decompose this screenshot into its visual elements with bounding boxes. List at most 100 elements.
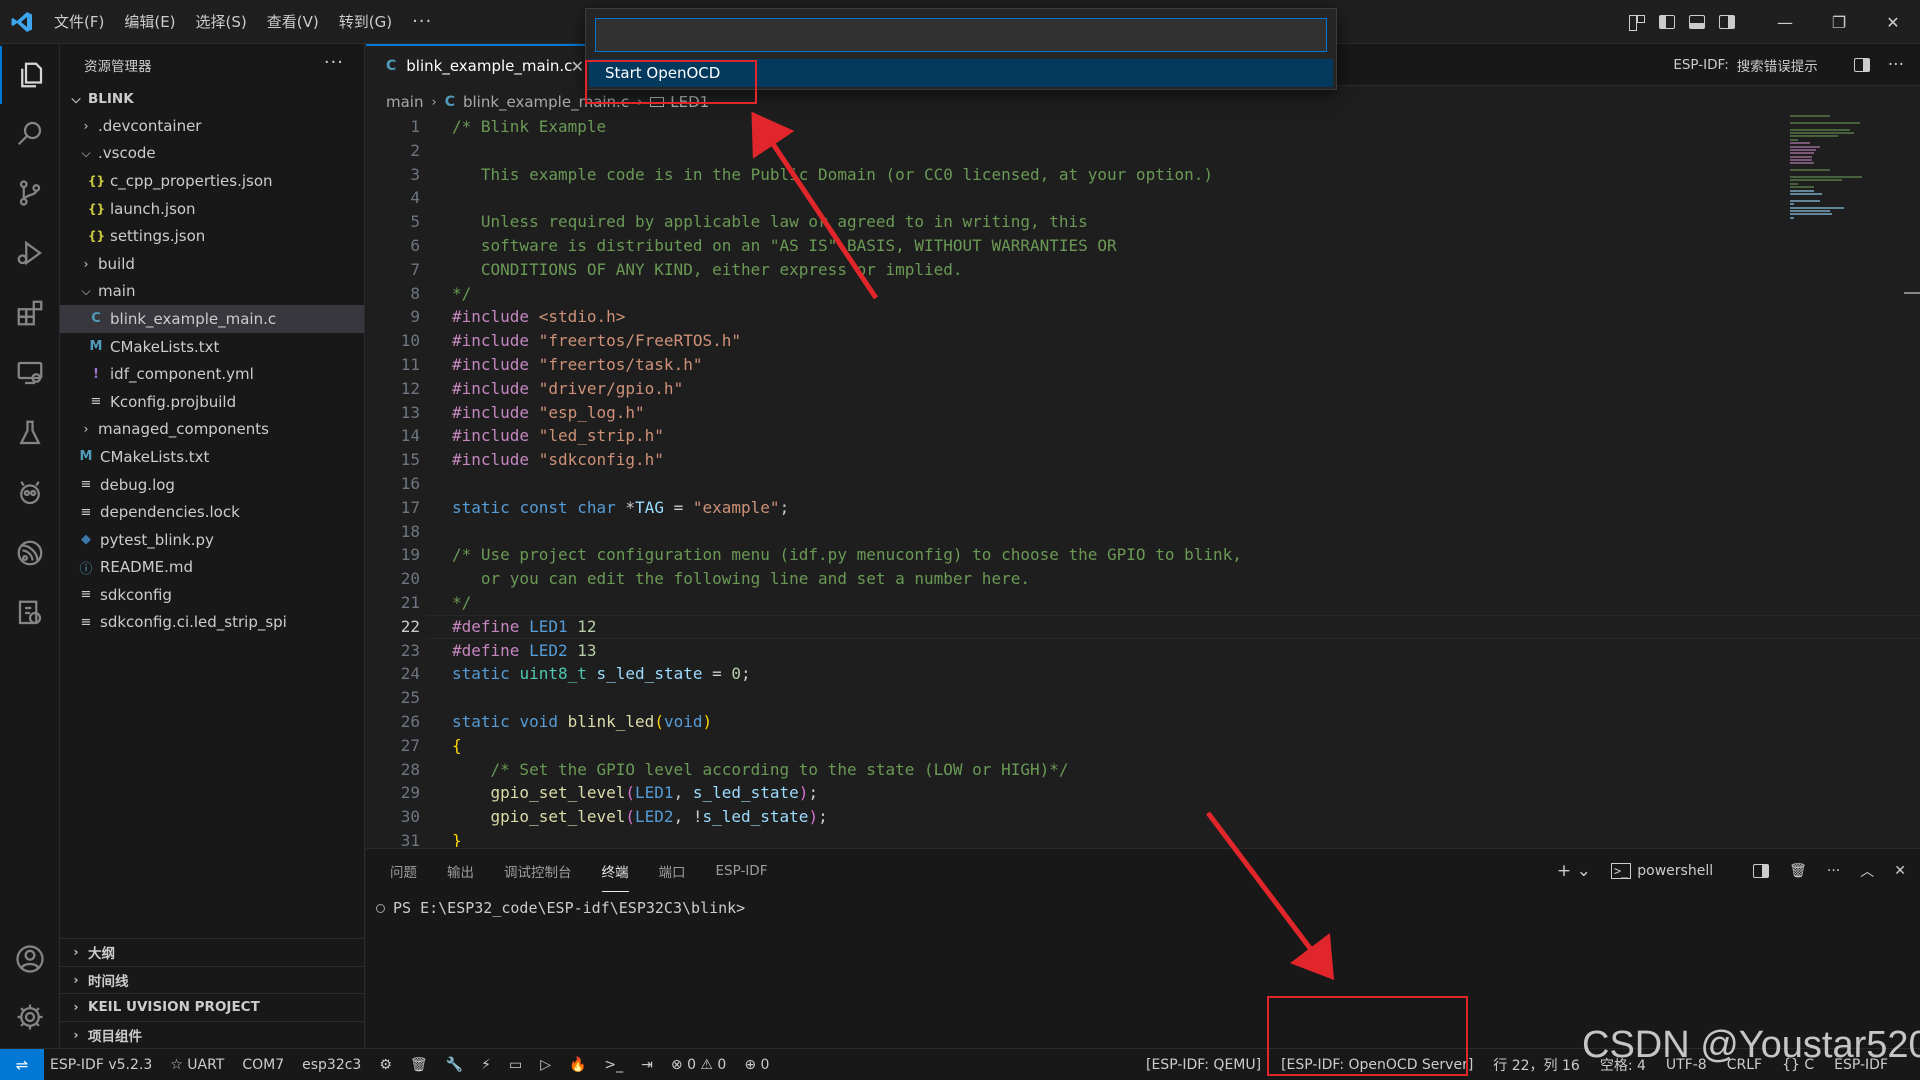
tree-folder[interactable]: › .devcontainer	[60, 112, 364, 140]
code-line[interactable]: #include "led_strip.h"	[452, 426, 664, 445]
code-line[interactable]: */	[452, 284, 471, 303]
status-item[interactable]: ⇥	[641, 1057, 653, 1073]
toggle-panel-icon[interactable]	[1682, 0, 1712, 44]
remote-indicator-icon[interactable]: ⇌	[0, 1049, 44, 1080]
menu-item[interactable]: 文件(F)	[44, 11, 114, 32]
panel-tab[interactable]: 输出	[447, 851, 474, 891]
code-line[interactable]: #include "esp_log.h"	[452, 403, 645, 422]
status-item[interactable]: ▷	[540, 1057, 551, 1073]
code-line[interactable]: static void blink_led(void)	[452, 712, 712, 731]
status-item[interactable]: ⊗ 0 ⚠ 0	[671, 1057, 726, 1073]
source-control-icon[interactable]	[0, 164, 60, 222]
panel-tab[interactable]: 终端	[601, 851, 629, 892]
menu-item[interactable]: 编辑(E)	[114, 11, 185, 32]
code-line[interactable]: #include "sdkconfig.h"	[452, 450, 664, 469]
code-line[interactable]: #define LED1 12	[452, 617, 597, 636]
explorer-icon[interactable]	[0, 46, 60, 104]
tree-file[interactable]: ⓘ README.md	[60, 554, 364, 582]
panel-tab[interactable]: 端口	[659, 851, 686, 891]
code-line[interactable]: gpio_set_level(LED1, s_led_state);	[452, 783, 819, 802]
idf-explorer-icon[interactable]	[0, 584, 60, 642]
tree-folder[interactable]: ⌵ main	[60, 278, 364, 306]
code-line[interactable]: }	[452, 831, 462, 847]
code-line[interactable]: or you can edit the following line and s…	[452, 569, 1030, 588]
sidebar-section[interactable]: › 时间线	[60, 965, 365, 994]
tree-file[interactable]: Cblink_example_main.c	[60, 305, 364, 333]
breadcrumb-symbol[interactable]: LED1	[670, 93, 709, 111]
code-line[interactable]: /* Blink Example	[452, 117, 606, 136]
code-line[interactable]: gpio_set_level(LED2, !s_led_state);	[452, 807, 828, 826]
breadcrumb-file[interactable]: blink_example_main.c	[463, 93, 629, 111]
tree-file[interactable]: ! idf_component.yml	[60, 360, 364, 388]
tab-blink-example-main[interactable]: C blink_example_main.c ✕	[366, 44, 592, 86]
tree-file[interactable]: ≡ sdkconfig.ci.led_strip_spi	[60, 609, 364, 637]
code-line[interactable]: {	[452, 736, 462, 755]
platformio-icon[interactable]	[0, 464, 60, 522]
status-item[interactable]: 🔧	[446, 1057, 463, 1073]
esp-idf-icon[interactable]	[0, 524, 60, 582]
tree-file[interactable]: ≡ sdkconfig	[60, 581, 364, 609]
tree-folder[interactable]: ⌵ .vscode	[60, 140, 364, 168]
code-line[interactable]: CONDITIONS OF ANY KIND, either express o…	[452, 260, 963, 279]
tree-file[interactable]: {} settings.json	[60, 222, 364, 250]
status-item[interactable]: ⊕ 0	[744, 1057, 769, 1073]
status-item[interactable]: 🗑	[410, 1057, 428, 1073]
extensions-icon[interactable]	[0, 284, 60, 342]
tree-file[interactable]: ≡ Kconfig.projbuild	[60, 388, 364, 416]
status-item[interactable]: 🔥	[569, 1057, 586, 1073]
terminal-output[interactable]: PS E:\ESP32_code\ESP-idf\ESP32C3\blink>	[376, 899, 745, 917]
code-line[interactable]: static const char *TAG = "example";	[452, 498, 789, 517]
split-terminal-icon[interactable]	[1733, 863, 1770, 879]
panel-more-button[interactable]: ···	[1827, 863, 1840, 879]
toggle-primary-sidebar-icon[interactable]	[1652, 0, 1682, 44]
testing-icon[interactable]	[0, 404, 60, 462]
search-error-hint-button[interactable]: 搜索错误提示	[1737, 55, 1818, 75]
panel-tab[interactable]: ESP-IDF	[716, 853, 768, 889]
menu-more-button[interactable]: ···	[402, 11, 442, 32]
settings-gear-icon[interactable]	[0, 988, 60, 1046]
tree-folder[interactable]: › build	[60, 250, 364, 278]
explorer-more-button[interactable]: ···	[324, 52, 344, 73]
code-editor[interactable]: 1/* Blink Example 2 3 This example code is…	[366, 115, 1920, 847]
account-icon[interactable]	[0, 930, 60, 988]
panel-tab[interactable]: 调试控制台	[504, 851, 572, 891]
tree-file[interactable]: {} c_cpp_properties.json	[60, 167, 364, 195]
tree-folder[interactable]: › managed_components	[60, 416, 364, 444]
tree-file[interactable]: {} launch.json	[60, 195, 364, 223]
toggle-secondary-sidebar-icon[interactable]	[1712, 0, 1742, 44]
code-line[interactable]: #include "driver/gpio.h"	[452, 379, 683, 398]
sidebar-section[interactable]: › 大纲	[60, 938, 365, 966]
sidebar-section[interactable]: › KEIL UVISION PROJECT	[60, 993, 365, 1021]
tree-file[interactable]: ◆ pytest_blink.py	[60, 526, 364, 554]
code-line[interactable]: #include <stdio.h>	[452, 307, 625, 326]
run-debug-icon[interactable]	[0, 224, 60, 282]
status-item[interactable]: ▭	[509, 1057, 522, 1073]
code-line[interactable]: #include "freertos/task.h"	[452, 355, 702, 374]
sidebar-section[interactable]: › 项目组件	[60, 1020, 365, 1049]
editor-more-button[interactable]: ···	[1888, 55, 1904, 75]
command-palette-input[interactable]	[595, 18, 1327, 52]
maximize-panel-icon[interactable]: ︿	[1860, 861, 1874, 881]
tab-close-icon[interactable]: ✕	[571, 57, 584, 76]
tree-file[interactable]: M CMakeLists.txt	[60, 333, 364, 361]
menu-item[interactable]: 查看(V)	[257, 11, 329, 32]
code-line[interactable]: /* Use project configuration menu (idf.p…	[452, 545, 1242, 564]
tree-file[interactable]: M CMakeLists.txt	[60, 443, 364, 471]
customize-layout-icon[interactable]	[1622, 0, 1652, 44]
code-line[interactable]: static uint8_t s_led_state = 0;	[452, 664, 751, 683]
close-window-button[interactable]: ✕	[1866, 0, 1920, 44]
remote-explorer-icon[interactable]	[0, 344, 60, 402]
menu-item[interactable]: 转到(G)	[329, 11, 402, 32]
breadcrumb-folder[interactable]: main	[386, 93, 423, 111]
status-item[interactable]: ⚙	[379, 1057, 392, 1073]
restore-button[interactable]: ❐	[1812, 0, 1866, 44]
code-line[interactable]: #define LED2 13	[452, 641, 597, 660]
code-line[interactable]: Unless required by applicable law or agr…	[452, 212, 1088, 231]
status-item[interactable]: 行 22，列 16	[1493, 1055, 1580, 1075]
code-line[interactable]: /* Set the GPIO level according to the s…	[452, 760, 1069, 779]
minimap[interactable]	[1790, 115, 1880, 235]
kill-terminal-icon[interactable]: 🗑	[1789, 863, 1807, 879]
status-item[interactable]: ☆ UART	[170, 1057, 224, 1073]
status-item[interactable]: >_	[604, 1057, 623, 1073]
code-line[interactable]: #include "freertos/FreeRTOS.h"	[452, 331, 741, 350]
